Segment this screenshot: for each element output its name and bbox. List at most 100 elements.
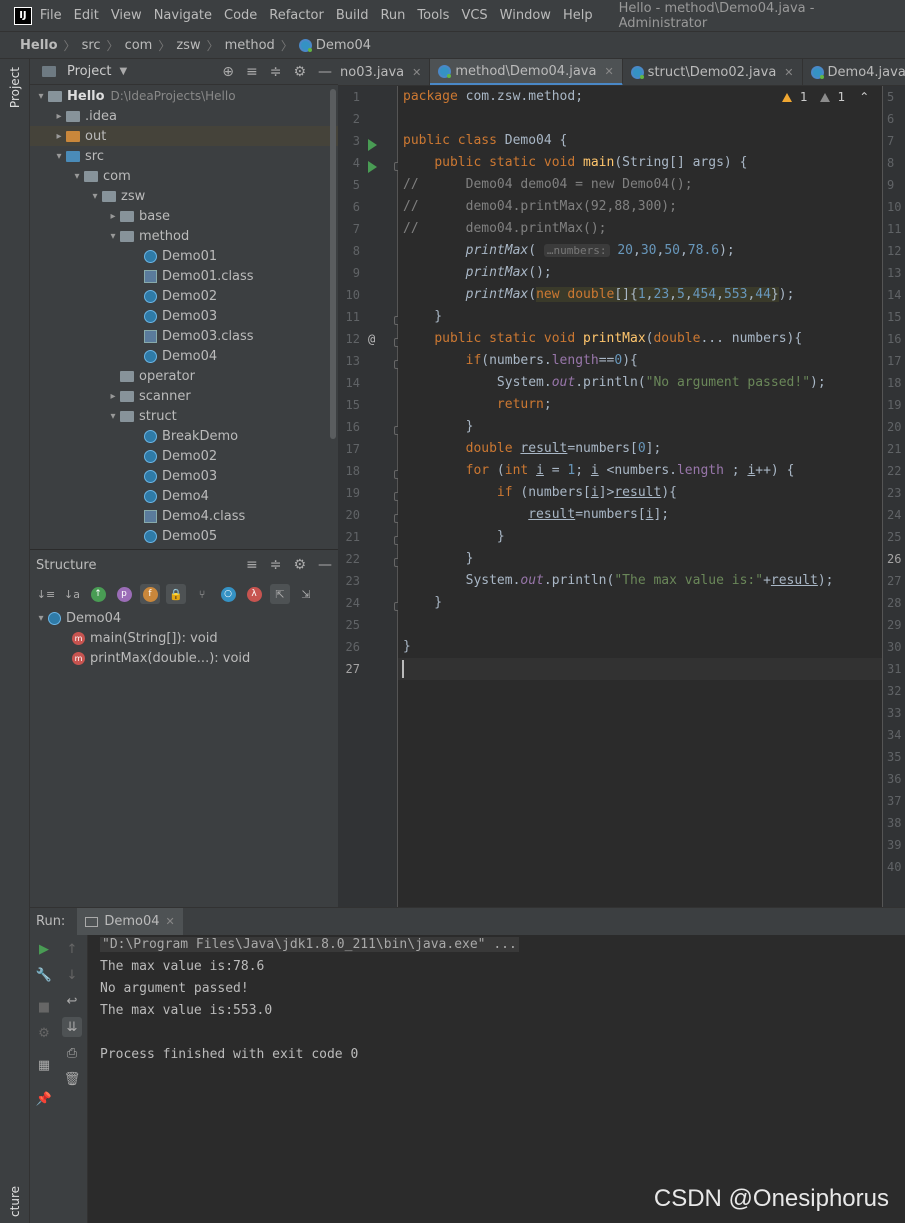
minimize-icon[interactable]: — bbox=[318, 64, 332, 80]
expand-all-icon[interactable]: ≡ bbox=[246, 557, 258, 573]
console-output[interactable]: "D:\Program Files\Java\jdk1.8.0_211\bin\… bbox=[88, 935, 905, 1223]
autoscroll-to-source-icon[interactable]: ⇱ bbox=[270, 584, 290, 604]
console-command-line[interactable]: "D:\Program Files\Java\jdk1.8.0_211\bin\… bbox=[100, 937, 519, 952]
chevron-up-icon[interactable]: ⌃ bbox=[859, 90, 869, 104]
menu-build[interactable]: Build bbox=[336, 8, 369, 23]
inspection-widget[interactable]: 1 1 ⌃ ⌄ bbox=[782, 90, 891, 104]
menu-tools[interactable]: Tools bbox=[417, 8, 449, 23]
breadcrumb-src[interactable]: src bbox=[82, 38, 101, 53]
menu-code[interactable]: Code bbox=[224, 8, 257, 23]
show-anonymous-icon[interactable]: ⑂ bbox=[192, 584, 212, 604]
tree-item-com[interactable]: ▾ com bbox=[30, 166, 338, 186]
project-tool-button[interactable]: Project bbox=[8, 67, 22, 108]
menu-help[interactable]: Help bbox=[563, 8, 593, 23]
soft-wrap-icon[interactable]: ↩ bbox=[62, 991, 82, 1011]
menu-navigate[interactable]: Navigate bbox=[154, 8, 212, 23]
minimize-icon[interactable]: — bbox=[318, 557, 332, 573]
tree-item-src[interactable]: ▾ src bbox=[30, 146, 338, 166]
dump-threads-icon[interactable]: ⚙ bbox=[34, 1023, 54, 1043]
tree-item-scanner[interactable]: ▸ scanner bbox=[30, 386, 338, 406]
structure-member-main[interactable]: m main(String[]): void bbox=[30, 628, 338, 648]
close-icon[interactable]: ✕ bbox=[165, 915, 174, 928]
gear-icon[interactable]: ⚙ bbox=[293, 557, 306, 573]
stop-icon[interactable]: ■ bbox=[34, 997, 54, 1017]
close-icon[interactable]: ✕ bbox=[412, 66, 421, 79]
breadcrumb-class[interactable]: Demo04 bbox=[316, 38, 371, 53]
menu-vcs[interactable]: VCS bbox=[461, 8, 487, 23]
editor-tab[interactable]: no03.java ✕ bbox=[338, 59, 431, 85]
run-tab[interactable]: Demo04 ✕ bbox=[77, 907, 183, 936]
collapse-all-icon[interactable]: ≑ bbox=[270, 557, 282, 573]
tree-item-demo01[interactable]: Demo01 bbox=[30, 246, 338, 266]
tree-item-hello[interactable]: ▾ Hello D:\IdeaProjects\Hello bbox=[30, 86, 338, 106]
collapse-all-icon[interactable]: ≑ bbox=[270, 64, 282, 80]
tree-item-breakdemo[interactable]: BreakDemo bbox=[30, 426, 338, 446]
tree-item-method[interactable]: ▾ method bbox=[30, 226, 338, 246]
editor-tab-active[interactable]: method\Demo04.java ✕ bbox=[430, 59, 623, 85]
editor-tab[interactable]: Demo4.java⌄ bbox=[803, 59, 905, 85]
tree-item-demo4-class[interactable]: Demo4.class bbox=[30, 506, 338, 526]
breadcrumb-project[interactable]: Hello bbox=[20, 38, 58, 53]
tree-item-demo04[interactable]: Demo04 bbox=[30, 346, 338, 366]
gear-icon[interactable]: ⚙ bbox=[293, 64, 306, 80]
show-properties-icon[interactable]: p bbox=[114, 584, 134, 604]
structure-member-printmax[interactable]: m printMax(double...): void bbox=[30, 648, 338, 668]
tree-item-demo02[interactable]: Demo02 bbox=[30, 286, 338, 306]
menu-edit[interactable]: Edit bbox=[74, 8, 99, 23]
tree-label: struct bbox=[139, 408, 177, 424]
tree-item-demo05[interactable]: Demo05 bbox=[30, 526, 338, 546]
tree-item-idea[interactable]: ▸ .idea bbox=[30, 106, 338, 126]
tree-item-demo4[interactable]: Demo4 bbox=[30, 486, 338, 506]
tree-item-demo03[interactable]: Demo03 bbox=[30, 306, 338, 326]
show-inherited-icon[interactable]: ↑ bbox=[88, 584, 108, 604]
breadcrumb-zsw[interactable]: zsw bbox=[176, 38, 200, 53]
show-lambdas-icon[interactable]: ○ bbox=[218, 584, 238, 604]
menu-refactor[interactable]: Refactor bbox=[269, 8, 324, 23]
menu-window[interactable]: Window bbox=[500, 8, 551, 23]
show-non-public-icon[interactable]: 🔒 bbox=[166, 584, 186, 604]
project-scrollbar[interactable] bbox=[330, 89, 336, 439]
arrow-down-icon[interactable]: ↓ bbox=[62, 965, 82, 985]
tree-item-zsw[interactable]: ▾ zsw bbox=[30, 186, 338, 206]
tree-item-struct-demo03[interactable]: Demo03 bbox=[30, 466, 338, 486]
print-icon[interactable]: ⎙ bbox=[62, 1043, 82, 1063]
intellij-logo-icon[interactable]: IJ bbox=[14, 6, 32, 25]
run-gutter-icon[interactable] bbox=[368, 139, 377, 151]
layout-icon[interactable]: ▦ bbox=[34, 1055, 54, 1075]
run-gutter-icon[interactable] bbox=[368, 161, 377, 173]
breadcrumb-com[interactable]: com bbox=[125, 38, 153, 53]
tree-item-operator[interactable]: operator bbox=[30, 366, 338, 386]
locate-icon[interactable]: ⊕ bbox=[222, 64, 234, 80]
arrow-up-icon[interactable]: ↑ bbox=[62, 939, 82, 959]
autoscroll-from-source-icon[interactable]: ⇲ bbox=[296, 584, 316, 604]
tree-item-demo01-class[interactable]: Demo01.class bbox=[30, 266, 338, 286]
dropdown-arrow-icon[interactable]: ▼ bbox=[119, 66, 127, 77]
rerun-icon[interactable]: ▶ bbox=[34, 939, 54, 959]
close-icon[interactable]: ✕ bbox=[604, 65, 613, 78]
pin-icon[interactable]: 📌 bbox=[34, 1089, 54, 1109]
project-view-icon bbox=[42, 66, 56, 77]
sort-alphabetically-icon[interactable]: ↓a bbox=[62, 584, 82, 604]
menu-run[interactable]: Run bbox=[380, 8, 405, 23]
menu-file[interactable]: File bbox=[40, 8, 62, 23]
tree-item-base[interactable]: ▸ base bbox=[30, 206, 338, 226]
tree-item-demo03-class[interactable]: Demo03.class bbox=[30, 326, 338, 346]
structure-root[interactable]: ▾ Demo04 bbox=[30, 608, 338, 628]
tree-item-out[interactable]: ▸ out bbox=[30, 126, 338, 146]
lambda-icon[interactable]: λ bbox=[244, 584, 264, 604]
close-icon[interactable]: ✕ bbox=[784, 66, 793, 79]
tree-item-struct-demo02[interactable]: Demo02 bbox=[30, 446, 338, 466]
expand-all-icon[interactable]: ≡ bbox=[246, 64, 258, 80]
wrench-icon[interactable]: 🔧 bbox=[34, 965, 54, 985]
annotation-marker-icon[interactable]: @ bbox=[368, 332, 375, 346]
editor-tab[interactable]: struct\Demo02.java ✕ bbox=[623, 59, 803, 85]
breadcrumb-method[interactable]: method bbox=[225, 38, 275, 53]
scroll-to-end-icon[interactable]: ⇊ bbox=[62, 1017, 82, 1037]
project-view-selector[interactable]: Project bbox=[67, 64, 111, 79]
trash-icon[interactable]: 🗑 bbox=[62, 1069, 82, 1089]
structure-tool-button[interactable]: cture bbox=[8, 1186, 22, 1217]
sort-by-visibility-icon[interactable]: ↓≡ bbox=[36, 584, 56, 604]
tree-item-struct[interactable]: ▾ struct bbox=[30, 406, 338, 426]
menu-view[interactable]: View bbox=[111, 8, 142, 23]
show-fields-icon[interactable]: f bbox=[140, 584, 160, 604]
